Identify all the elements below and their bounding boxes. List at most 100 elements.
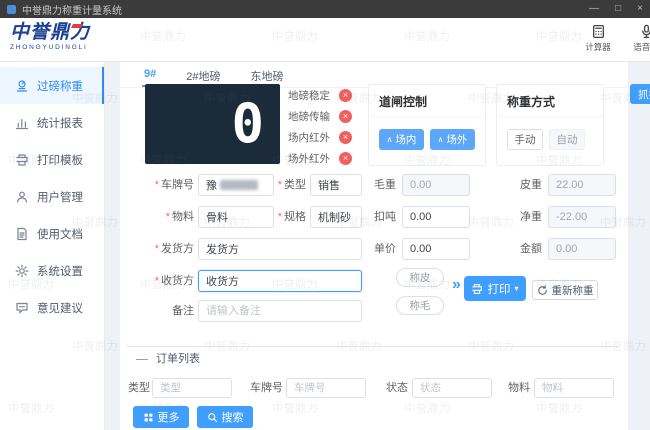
price-label: 单价 (374, 243, 396, 255)
receiver-input[interactable] (198, 270, 362, 292)
print-button[interactable]: 打印 ▾ (464, 276, 526, 301)
more-button[interactable]: 更多 (133, 406, 189, 428)
net-input[interactable] (548, 206, 616, 228)
required-asterisk: * (154, 275, 159, 287)
weigh-tare-button[interactable]: 称皮 (396, 268, 444, 287)
mode-manual-button[interactable]: 手动 (507, 129, 543, 150)
filter-status-input[interactable] (412, 378, 492, 398)
bar-chart-icon (15, 118, 29, 129)
weigh-gross-button[interactable]: 称毛 (396, 296, 444, 315)
filter-type-input[interactable] (152, 378, 232, 398)
close-button[interactable]: × (637, 0, 643, 18)
tare-input[interactable] (548, 174, 616, 196)
weigh-mode-panel: 称重方式 手动 自动 (496, 84, 604, 166)
title-dash (136, 358, 148, 360)
gate-control-title: 道闸控制 (369, 85, 485, 117)
reweigh-label: 重新称重 (551, 284, 594, 297)
plate-input[interactable]: 豫 (198, 174, 274, 196)
capture-button[interactable]: 抓拍 (630, 84, 650, 104)
receiver-label: * 收货方 (138, 270, 194, 292)
gate-inside-label: 场内 (395, 134, 417, 146)
feedback-icon (16, 302, 28, 314)
search-button[interactable]: 搜索 (197, 406, 253, 428)
scale-icon (16, 79, 28, 92)
shipper-input[interactable] (198, 238, 362, 260)
minimize-button[interactable]: — (589, 0, 599, 18)
section-divider (126, 346, 618, 347)
tare-label: 皮重 (520, 179, 542, 191)
mode-auto-button[interactable]: 自动 (549, 129, 585, 150)
label-text: 备注 (172, 305, 194, 317)
document-icon (17, 227, 27, 240)
filter-status-label: 状态 (386, 382, 408, 394)
label-text: 收货方 (161, 275, 194, 287)
label-text: 规格 (284, 211, 306, 223)
sidebar-item-reports[interactable]: 统计报表 (0, 104, 104, 141)
status-label: 地磅传输 (288, 111, 330, 123)
microphone-icon (641, 24, 650, 39)
spec-input[interactable] (310, 206, 362, 228)
sidebar: 过磅称重 统计报表 打印模板 用户管理 使用文档 系统设置 意见建议 (0, 62, 105, 430)
sidebar-item-label: 用户管理 (37, 191, 83, 204)
net-label: 净重 (520, 211, 542, 223)
sidebar-item-users[interactable]: 用户管理 (0, 178, 104, 215)
filter-plate-input[interactable] (286, 378, 366, 398)
status-scale-transmit: 地磅传输 × (288, 109, 352, 124)
deduct-input[interactable] (402, 206, 470, 228)
calculator-tool[interactable]: 计算器 (578, 24, 618, 53)
plate-masked-value (220, 180, 258, 190)
gear-icon (15, 264, 29, 277)
type-input[interactable] (310, 174, 362, 196)
status-scale-stable: 地磅稳定 × (288, 88, 352, 103)
reweigh-button[interactable]: 重新称重 (532, 280, 598, 300)
gross-input[interactable] (402, 174, 470, 196)
printer-icon (472, 283, 483, 294)
filter-material-input[interactable] (534, 378, 614, 398)
sidebar-item-label: 系统设置 (37, 265, 83, 278)
sidebar-item-feedback[interactable]: 意见建议 (0, 289, 104, 326)
main-content: 9# 2#地磅 东地磅 0 地磅稳定 × 地磅传输 × 场内红外 × 场外红外 … (120, 62, 650, 430)
calculator-icon (592, 24, 604, 39)
required-asterisk: * (277, 211, 282, 223)
deduct-label: 扣吨 (374, 211, 396, 223)
filter-type-label: 类型 (128, 382, 150, 394)
printer-icon (16, 153, 28, 166)
material-label: * 物料 (138, 206, 194, 228)
gate-control-panel: 道闸控制 ∧ 场内 ∧ 场外 (368, 84, 486, 166)
sidebar-item-print-template[interactable]: 打印模板 (0, 141, 104, 178)
required-asterisk: * (154, 243, 159, 255)
maximize-button[interactable]: □ (615, 0, 621, 18)
label-text: 车牌号 (161, 179, 194, 191)
sidebar-item-docs[interactable]: 使用文档 (0, 215, 104, 252)
refresh-icon (537, 284, 547, 295)
calculator-label: 计算器 (585, 42, 611, 52)
window-controls: — □ × (589, 0, 643, 18)
gate-inside-button[interactable]: ∧ 场内 (379, 129, 424, 150)
user-icon (16, 191, 28, 203)
required-asterisk: * (154, 179, 159, 191)
amount-input[interactable] (548, 238, 616, 260)
filter-material-label: 物料 (508, 382, 530, 394)
header: 中誉鼎力 ZHONGYUDINGLI 计算器 语音播 (0, 18, 650, 62)
price-input[interactable] (402, 238, 470, 260)
status-infrared-outside: 场外红外 × (288, 151, 352, 166)
print-label: 打印 (487, 283, 511, 296)
sidebar-item-label: 打印模板 (37, 154, 83, 167)
sidebar-item-label: 意见建议 (37, 302, 83, 315)
weight-display: 0 (145, 84, 280, 164)
app-icon (7, 4, 16, 14)
logo: 中誉鼎力 ZHONGYUDINGLI (10, 22, 90, 51)
error-icon: × (339, 131, 352, 144)
search-icon (207, 412, 217, 422)
chevron-down-icon: ▾ (514, 284, 519, 293)
sidebar-item-settings[interactable]: 系统设置 (0, 252, 104, 289)
gate-outside-button[interactable]: ∧ 场外 (430, 129, 475, 150)
gross-label: 毛重 (374, 179, 396, 191)
voice-tool[interactable]: 语音播 (626, 24, 650, 53)
spec-label: * 规格 (276, 206, 306, 228)
material-input[interactable] (198, 206, 274, 228)
required-asterisk: * (165, 211, 170, 223)
remark-input[interactable] (198, 300, 362, 322)
sidebar-item-weighing[interactable]: 过磅称重 (0, 67, 104, 104)
label-text: 物料 (172, 211, 194, 223)
